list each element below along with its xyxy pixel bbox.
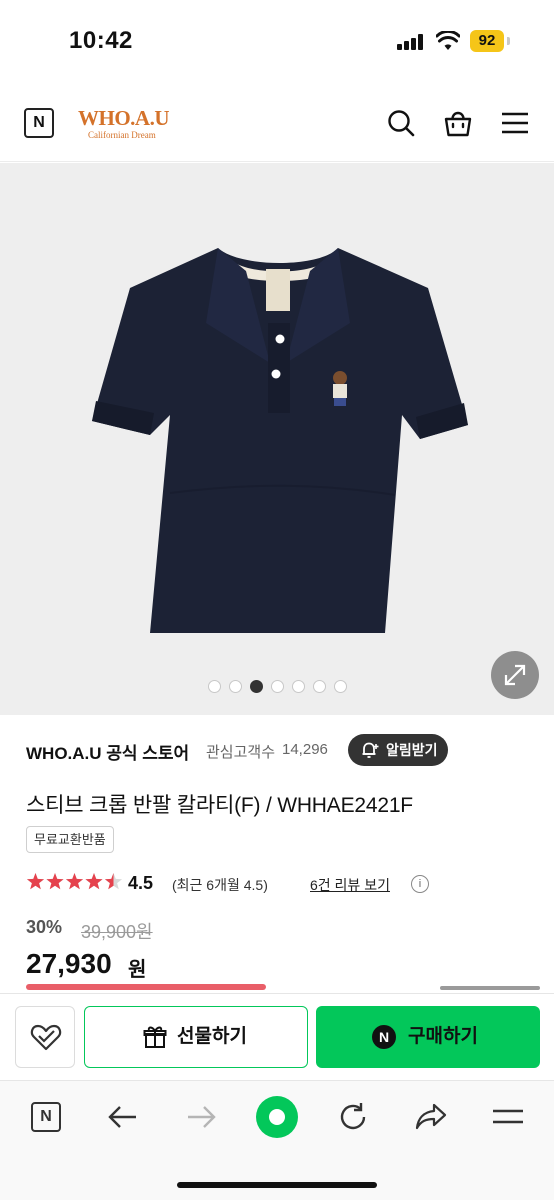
alert-button-label: 알림받기	[386, 742, 438, 758]
naver-home-button[interactable]: N	[31, 1102, 61, 1132]
buy-button[interactable]: N 구매하기	[316, 1006, 540, 1068]
followers-count: 14,296	[282, 741, 328, 758]
wishlist-button[interactable]	[15, 1006, 75, 1068]
rating-star-filled	[85, 873, 103, 890]
product-photo	[92, 248, 468, 633]
shopping-bag-icon[interactable]	[443, 108, 473, 138]
battery-indicator: 92	[470, 30, 504, 52]
wifi-icon	[436, 31, 460, 50]
cellular-signal-icon	[397, 34, 423, 50]
gift-icon	[143, 1026, 167, 1048]
green-dot-home-button[interactable]	[256, 1096, 298, 1138]
free-return-tag: 무료교환반품	[26, 826, 114, 853]
expand-image-button[interactable]	[491, 651, 539, 699]
original-price: 39,900원	[81, 922, 153, 942]
refresh-icon[interactable]	[337, 1101, 369, 1133]
gallery-dot[interactable]	[291, 680, 305, 693]
brand-tagline: Californian Dream	[88, 130, 156, 140]
rating-value: 4.5	[128, 873, 154, 893]
status-bar: 10:42 92	[0, 0, 554, 84]
gallery-dot[interactable]	[333, 680, 347, 693]
rating-star-filled	[46, 873, 64, 890]
store-name-link[interactable]: WHO.A.U 공식 스토어	[26, 739, 189, 764]
naver-pay-icon: N	[372, 1025, 396, 1049]
gallery-dot[interactable]	[312, 680, 326, 693]
more-menu-icon[interactable]	[492, 1107, 524, 1127]
gallery-dot-active[interactable]	[249, 680, 263, 693]
review-link[interactable]: 6건 리뷰 보기	[310, 875, 390, 895]
forward-arrow-icon[interactable]	[184, 1103, 218, 1131]
discount-rate: 30%	[26, 917, 63, 937]
gift-button[interactable]: 선물하기	[84, 1006, 308, 1068]
expand-icon	[504, 664, 526, 686]
price-unit: 원	[128, 959, 147, 981]
naver-logo-button[interactable]: N	[24, 108, 54, 138]
brand-name: WHO.A.U	[78, 106, 170, 130]
rating-recent: (최근 6개월 4.5)	[172, 877, 268, 893]
sale-price: 27,930	[26, 948, 112, 979]
gallery-pagination	[0, 680, 554, 693]
info-icon[interactable]: i	[411, 875, 429, 893]
bell-plus-icon	[362, 742, 379, 758]
partially-hidden-benefit-row	[26, 984, 546, 994]
store-header: N WHO.A.U Californian Dream	[0, 84, 554, 162]
battery-tip	[507, 37, 510, 45]
back-arrow-icon[interactable]	[106, 1103, 140, 1131]
purchase-action-bar: 선물하기 N 구매하기	[0, 994, 554, 1080]
status-time: 10:42	[69, 27, 133, 54]
gallery-dot[interactable]	[207, 680, 221, 693]
alert-subscribe-button[interactable]: 알림받기	[348, 734, 448, 766]
search-icon[interactable]	[386, 108, 416, 138]
buy-button-label: 구매하기	[408, 1026, 478, 1047]
rating-star-filled	[26, 873, 45, 890]
brand-logo[interactable]: WHO.A.U Californian Dream	[78, 106, 170, 140]
product-image-gallery[interactable]	[0, 163, 554, 715]
product-title: 스티브 크롭 반팔 칼라티(F) / WHHAE2421F	[26, 794, 413, 817]
gallery-dot[interactable]	[228, 680, 242, 693]
gift-button-label: 선물하기	[177, 1026, 247, 1047]
rating-star-filled	[65, 873, 84, 890]
share-icon[interactable]	[414, 1101, 448, 1131]
home-indicator	[177, 1182, 377, 1188]
heart-check-icon	[30, 1024, 62, 1051]
rating-stars	[26, 873, 123, 890]
browser-toolbar: N	[0, 1080, 554, 1200]
menu-icon[interactable]	[500, 108, 530, 138]
gallery-dot[interactable]	[270, 680, 284, 693]
followers-label: 관심고객수	[206, 744, 276, 761]
